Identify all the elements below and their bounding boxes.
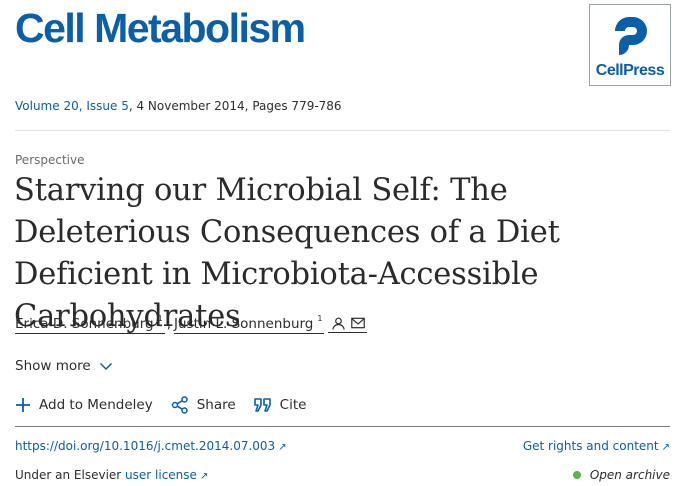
article-actions: Add to Mendeley Share Cite bbox=[15, 396, 324, 414]
author-list: Erica D. Sonnenburg 1 , Justin L. Sonnenb… bbox=[15, 314, 368, 334]
show-more-button[interactable]: Show more bbox=[15, 358, 113, 374]
mail-icon bbox=[351, 317, 366, 329]
person-icon bbox=[332, 317, 346, 330]
citation-details: , 4 November 2014, Pages 779-786 bbox=[128, 99, 342, 113]
affiliation-marker: 1 bbox=[157, 314, 163, 323]
rights-link[interactable]: Get rights and content ↗ bbox=[523, 439, 670, 453]
cite-button[interactable]: Cite bbox=[253, 397, 307, 413]
doi-text: https://doi.org/10.1016/j.cmet.2014.07.0… bbox=[15, 439, 276, 453]
volume-issue-link[interactable]: Volume 20, Issue 5 bbox=[15, 99, 129, 113]
article-title: Starving our Microbial Self: The Deleter… bbox=[14, 173, 560, 334]
add-to-mendeley-button[interactable]: Add to Mendeley bbox=[15, 397, 153, 413]
share-label: Share bbox=[196, 397, 236, 413]
status-dot-icon bbox=[572, 471, 581, 479]
license-prefix: Under an Elsevier bbox=[15, 468, 126, 482]
open-archive-label: Open archive bbox=[589, 468, 670, 482]
chevron-down-icon bbox=[99, 362, 112, 370]
cite-label: Cite bbox=[279, 397, 307, 413]
cellpress-logo[interactable]: CellPress bbox=[589, 4, 671, 86]
quote-icon bbox=[253, 398, 271, 412]
journal-logo[interactable]: Cell Metabolism bbox=[15, 6, 306, 50]
external-link-icon: ↗ bbox=[661, 442, 670, 453]
author-name: Justin L. Sonnenburg bbox=[174, 316, 314, 332]
author-name: Erica D. Sonnenburg bbox=[15, 316, 154, 332]
share-icon bbox=[171, 396, 188, 414]
external-link-icon: ↗ bbox=[199, 471, 209, 482]
cellpress-mark-icon bbox=[615, 17, 647, 55]
license-line: Under an Elsevier user license ↗ bbox=[15, 468, 208, 482]
author-contact-icons[interactable] bbox=[328, 317, 368, 333]
article-type: Perspective bbox=[15, 153, 85, 167]
citation-line: Volume 20, Issue 5, 4 November 2014, Pag… bbox=[15, 99, 342, 113]
author-link[interactable]: Erica D. Sonnenburg 1 bbox=[15, 314, 165, 334]
external-link-icon: ↗ bbox=[278, 442, 287, 453]
user-license-text: user license bbox=[125, 468, 197, 482]
affiliation-marker: 1 bbox=[317, 314, 323, 323]
user-license-link[interactable]: user license ↗ bbox=[125, 468, 208, 482]
add-to-mendeley-label: Add to Mendeley bbox=[39, 397, 153, 413]
plus-icon bbox=[16, 398, 30, 412]
show-more-label: Show more bbox=[15, 358, 91, 374]
author-separator: , bbox=[166, 316, 171, 332]
cellpress-wordmark: CellPress bbox=[595, 62, 665, 79]
doi-link[interactable]: https://doi.org/10.1016/j.cmet.2014.07.0… bbox=[15, 439, 287, 453]
author-link[interactable]: Justin L. Sonnenburg 1 bbox=[174, 314, 325, 334]
open-archive-badge: Open archive bbox=[572, 468, 670, 482]
actions-divider bbox=[15, 426, 670, 427]
rights-text: Get rights and content bbox=[522, 439, 659, 453]
header-divider bbox=[15, 130, 670, 131]
share-button[interactable]: Share bbox=[171, 396, 236, 414]
